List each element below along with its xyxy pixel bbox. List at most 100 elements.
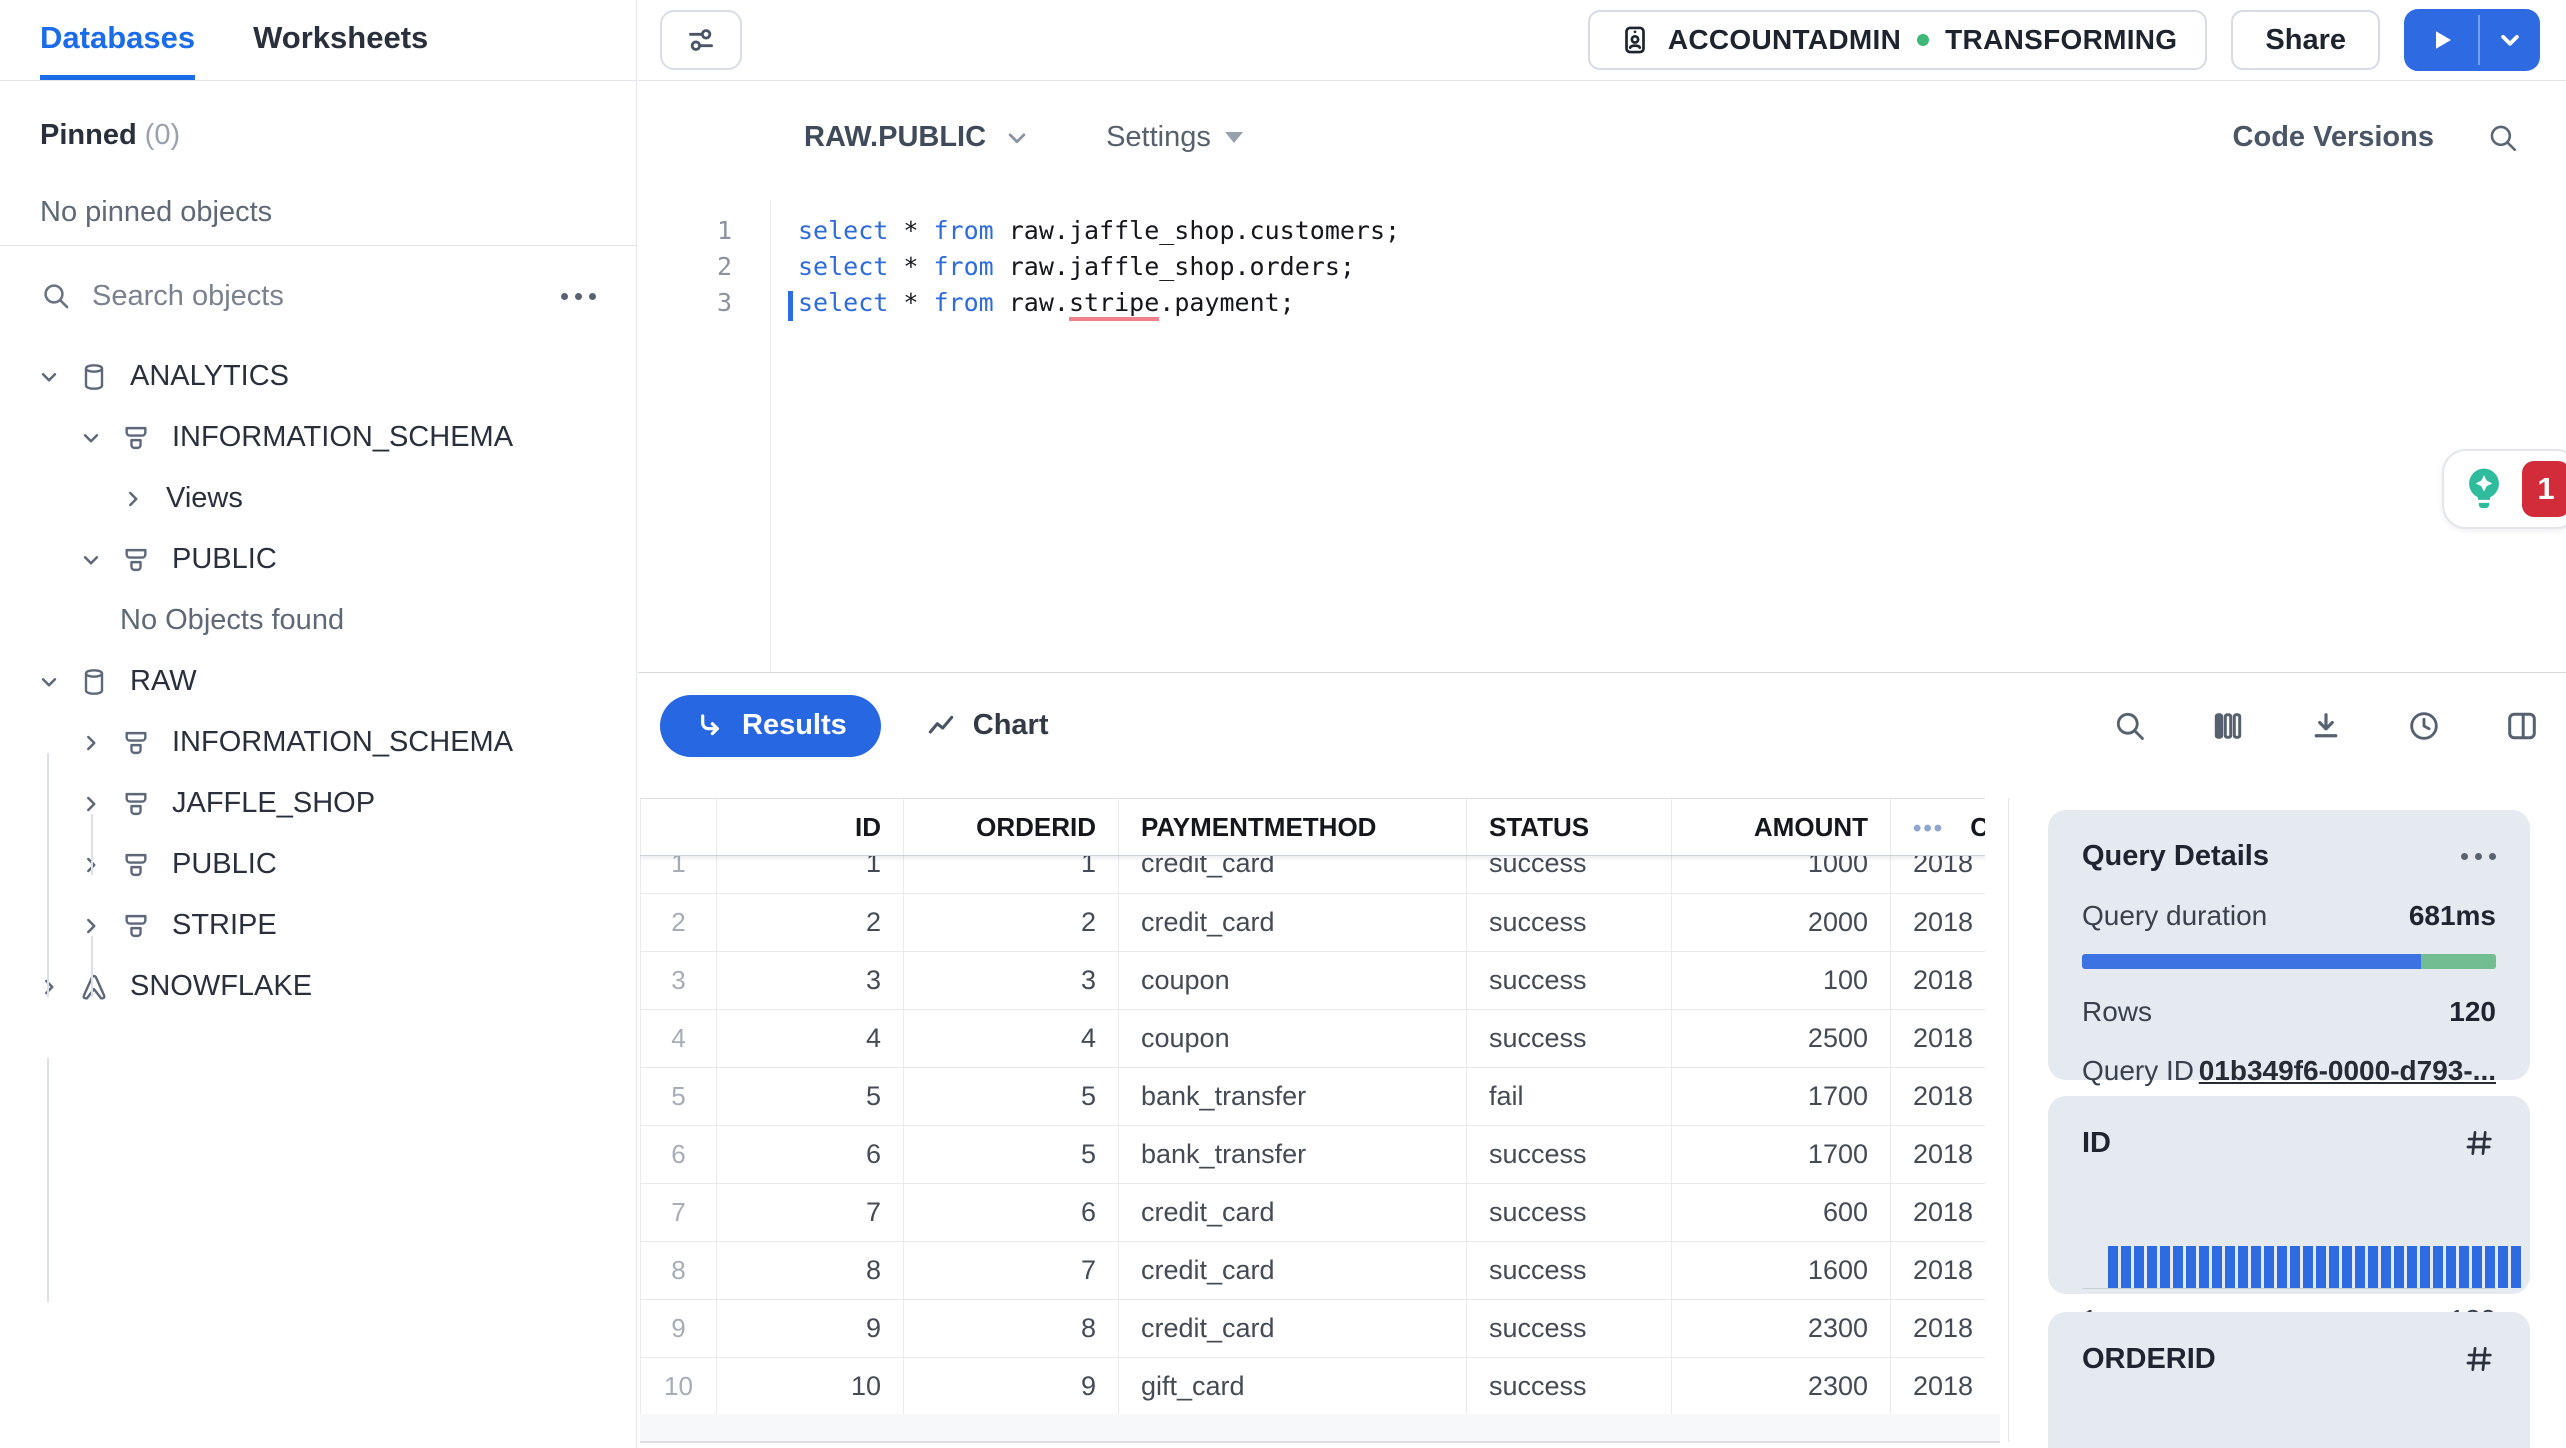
tree-item-analytics[interactable]: ANALYTICS xyxy=(0,346,636,407)
pinned-count: (0) xyxy=(144,119,181,151)
text-cursor xyxy=(788,290,793,321)
histogram-bar xyxy=(2251,1246,2261,1288)
tab-chart[interactable]: Chart xyxy=(925,709,1049,742)
tab-results[interactable]: Results xyxy=(660,694,881,757)
tree-item-information-schema[interactable]: INFORMATION_SCHEMA xyxy=(0,407,636,468)
query-details-card: Query Details Query duration 681ms Rows … xyxy=(2048,810,2530,1086)
tree-item-public[interactable]: PUBLIC xyxy=(0,529,636,590)
tree-item-label: Views xyxy=(166,482,243,514)
share-button[interactable]: Share xyxy=(2231,10,2380,70)
settings-dropdown[interactable]: Settings xyxy=(1106,121,1243,154)
results-table-header: IDORDERIDPAYMENTMETHODSTATUSAMOUNT•••CI xyxy=(640,798,1985,856)
chevron-down-icon[interactable] xyxy=(36,669,62,695)
schema-icon xyxy=(120,544,152,576)
query-duration-value: 681ms xyxy=(2408,900,2496,931)
chevron-down-icon[interactable] xyxy=(78,547,104,573)
histogram-bar xyxy=(2459,1246,2469,1288)
table-row[interactable]: 7 7 6 credit_card success 600 2018 xyxy=(640,1183,1985,1242)
tab-worksheets[interactable]: Worksheets xyxy=(253,0,428,80)
table-row[interactable]: 3 3 3 coupon success 100 2018 xyxy=(640,951,1985,1010)
tree-item-jaffle-shop[interactable]: JAFFLE_SHOP xyxy=(0,773,636,834)
history-clock-icon[interactable] xyxy=(2406,708,2442,744)
worksheet-topbar: ACCOUNTADMIN TRANSFORMING Share xyxy=(638,0,2566,81)
table-row[interactable]: 8 8 7 credit_card success 1600 2018 xyxy=(640,1241,1985,1300)
pinned-heading: Pinned (0) xyxy=(40,119,181,151)
table-row[interactable]: 10 10 9 gift_card success 2300 2018 xyxy=(640,1357,1985,1414)
tree-item-snowflake[interactable]: SNOWFLAKE xyxy=(0,956,636,1017)
results-horizontal-scrollbar[interactable] xyxy=(640,1414,2000,1443)
hash-icon[interactable] xyxy=(2462,1342,2496,1376)
results-search-icon[interactable] xyxy=(2112,708,2148,744)
sql-editor[interactable]: 1 select * from raw.jaffle_shop.customers… xyxy=(638,194,2566,672)
chevron-right-icon[interactable] xyxy=(78,791,104,817)
column-header-amount[interactable]: AMOUNT xyxy=(1671,798,1891,856)
histogram-bar xyxy=(2511,1246,2521,1288)
histogram-bar xyxy=(2134,1246,2144,1288)
duration-bar-green xyxy=(2421,954,2496,969)
column-options-icon[interactable]: ••• xyxy=(1913,815,1944,842)
database-context-dropdown[interactable]: RAW.PUBLIC xyxy=(804,121,1032,154)
download-icon[interactable] xyxy=(2308,708,2344,744)
copilot-suggestion-pill[interactable]: 1 xyxy=(2442,449,2566,529)
chevron-right-icon[interactable] xyxy=(78,730,104,756)
columns-icon[interactable] xyxy=(2210,708,2246,744)
query-details-panel: Query Details Query duration 681ms Rows … xyxy=(2010,778,2566,1448)
split-panel-icon[interactable] xyxy=(2504,708,2540,744)
code-line[interactable]: 3 select * from raw.stripe.payment; xyxy=(638,284,2566,321)
schema-icon xyxy=(120,910,152,942)
editor-search-icon[interactable] xyxy=(2486,121,2520,155)
tree-item-information-schema[interactable]: INFORMATION_SCHEMA xyxy=(0,712,636,773)
hash-icon[interactable] xyxy=(2462,1126,2496,1160)
table-row[interactable]: 5 5 5 bank_transfer fail 1700 2018 xyxy=(640,1067,1985,1126)
lightbulb-icon xyxy=(2458,463,2510,515)
sidebar-more-menu[interactable] xyxy=(561,292,596,300)
tree-item-raw[interactable]: RAW xyxy=(0,651,636,712)
results-scrollbar[interactable] xyxy=(2008,798,2009,1442)
chevron-right-icon[interactable] xyxy=(78,913,104,939)
column-header-overflow[interactable]: •••CI xyxy=(1890,798,1985,856)
orderid-histogram xyxy=(2082,1406,2496,1448)
histogram-bar xyxy=(2121,1246,2131,1288)
column-header-paymentmethod[interactable]: PAYMENTMETHOD xyxy=(1118,798,1467,856)
table-row[interactable]: 2 2 2 credit_card success 2000 2018 xyxy=(640,893,1985,952)
column-header-orderid[interactable]: ORDERID xyxy=(903,798,1119,856)
tab-databases[interactable]: Databases xyxy=(40,0,196,80)
context-selector-button[interactable]: ACCOUNTADMIN TRANSFORMING xyxy=(1587,10,2208,70)
run-button[interactable] xyxy=(2404,9,2478,71)
histogram-bar xyxy=(2173,1246,2183,1288)
tree-item-stripe[interactable]: STRIPE xyxy=(0,895,636,956)
worksheet-main: ACCOUNTADMIN TRANSFORMING Share RAW.PUBL… xyxy=(638,0,2566,1448)
line-number: 2 xyxy=(716,251,732,281)
histogram-bar xyxy=(2212,1246,2222,1288)
code-line[interactable]: 1 select * from raw.jaffle_shop.customers… xyxy=(638,212,2566,248)
chevron-right-icon[interactable] xyxy=(120,486,146,512)
column-header-id[interactable]: ID xyxy=(716,798,904,856)
table-row[interactable]: 9 9 8 credit_card success 2300 2018 xyxy=(640,1299,1985,1358)
results-table-body: 1 1 1 credit_card success 1000 2018 2 2 2 credit_c… xyxy=(640,835,1985,1414)
tree-item-public[interactable]: PUBLIC xyxy=(0,834,636,895)
snowsight-worksheet-app: Databases Worksheets Pinned (0) No pinned… xyxy=(0,0,2566,1448)
query-details-menu[interactable] xyxy=(2461,853,2496,860)
column-header-status[interactable]: STATUS xyxy=(1466,798,1672,856)
query-id-link[interactable]: 01b349f6-0000-d793-... xyxy=(2199,1055,2496,1087)
filters-button[interactable] xyxy=(660,10,742,70)
schema-icon xyxy=(120,727,152,759)
run-options-button[interactable] xyxy=(2480,9,2540,71)
code-line[interactable]: 2 select * from raw.jaffle_shop.orders; xyxy=(638,248,2566,284)
chevron-down-icon[interactable] xyxy=(36,364,62,390)
id-histogram xyxy=(2082,1190,2521,1302)
table-row[interactable]: 4 4 4 coupon success 2500 2018 xyxy=(640,1009,1985,1068)
chevron-down-icon[interactable] xyxy=(78,425,104,451)
chevron-right-icon[interactable] xyxy=(36,974,62,1000)
table-row[interactable]: 6 6 5 bank_transfer success 1700 2018 xyxy=(640,1125,1985,1184)
tree-item-label: INFORMATION_SCHEMA xyxy=(172,726,514,758)
line-number: 3 xyxy=(716,287,732,317)
rows-value: 120 xyxy=(2449,996,2496,1027)
role-label: ACCOUNTADMIN xyxy=(1667,24,1902,55)
tree-item-views[interactable]: Views xyxy=(0,468,636,529)
topbar-right-controls: ACCOUNTADMIN TRANSFORMING Share xyxy=(1587,9,2540,71)
histogram-bar xyxy=(2446,1246,2456,1288)
code-versions-link[interactable]: Code Versions xyxy=(2233,121,2434,154)
search-input[interactable]: Search objects xyxy=(92,280,541,313)
tree-item-no-objects-found[interactable]: No Objects found xyxy=(0,590,636,651)
